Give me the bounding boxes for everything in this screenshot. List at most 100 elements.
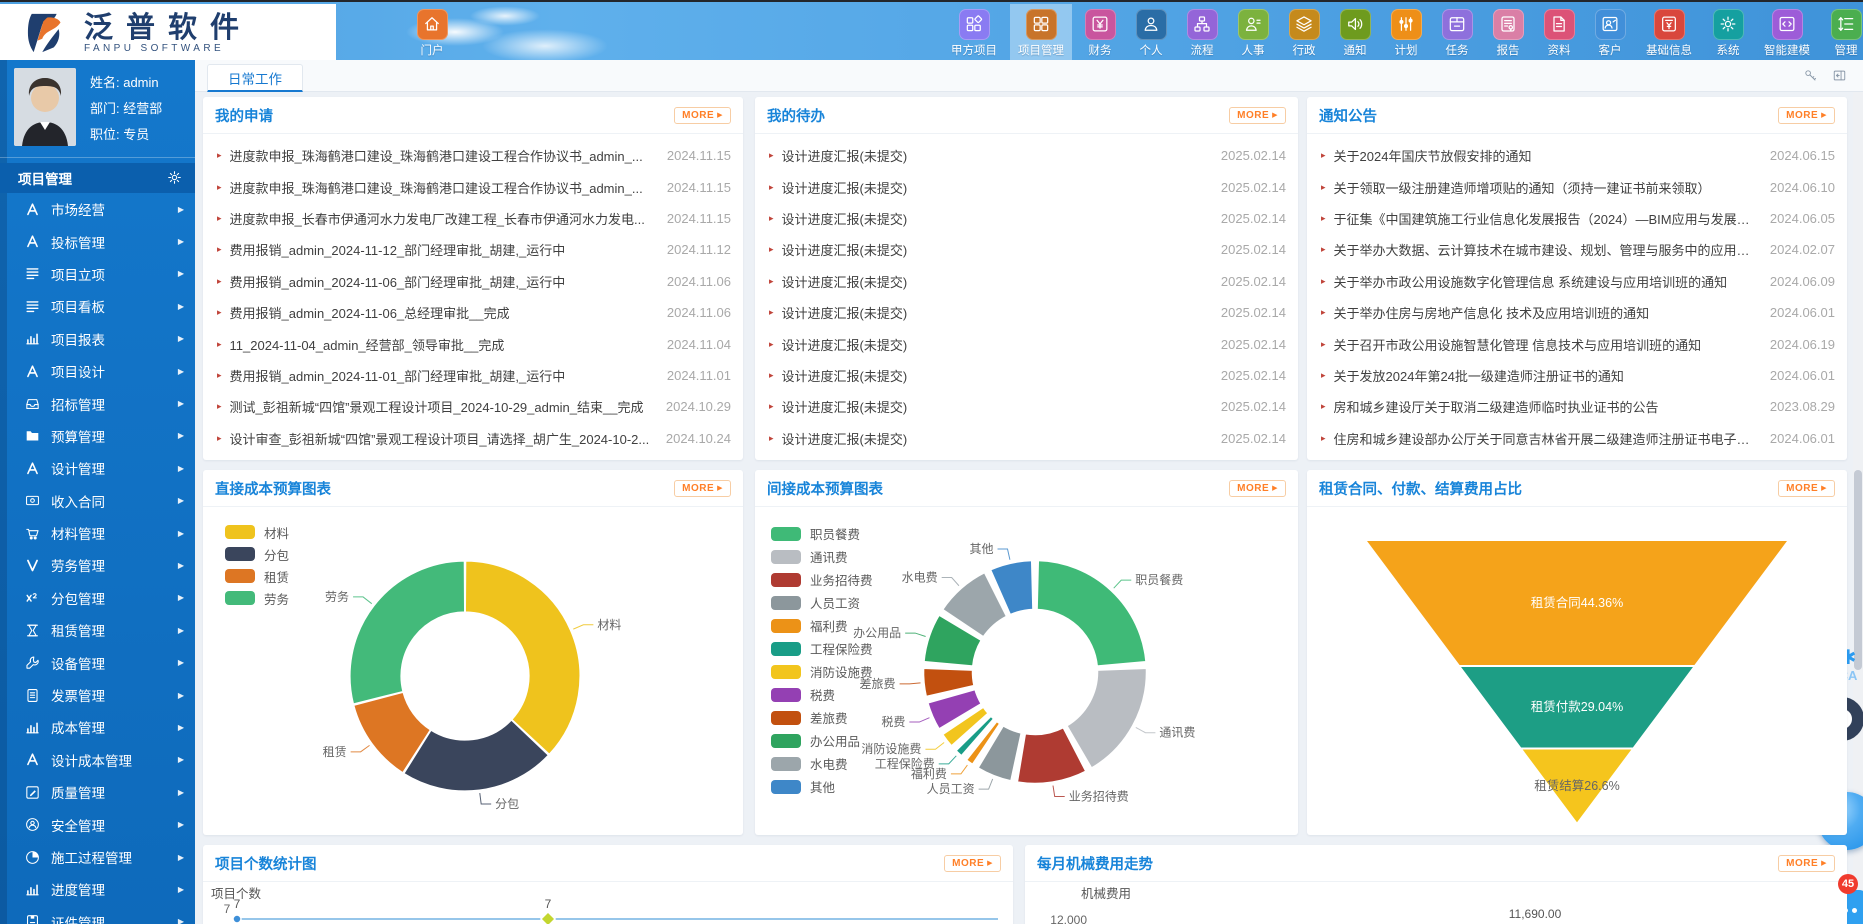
- sidebar-item-hourglass-13[interactable]: 租赁管理▶: [0, 614, 195, 646]
- nav-item-yen[interactable]: 财务: [1077, 4, 1123, 62]
- more-button[interactable]: MORE▶: [1229, 107, 1286, 124]
- nav-item-doc-yen[interactable]: 基础信息: [1638, 4, 1700, 62]
- legend-item[interactable]: 办公用品: [771, 729, 873, 752]
- list-item[interactable]: ▸设计进度汇报(未提交)2025.02.14: [755, 423, 1298, 454]
- list-item[interactable]: ▸设计进度汇报(未提交)2025.02.14: [755, 328, 1298, 359]
- nav-item-doc-mic[interactable]: 报告: [1485, 4, 1531, 62]
- list-item[interactable]: ▸关于举办大数据、云计算技术在城市建设、规划、管理与服务中的应用培训班...20…: [1307, 234, 1847, 265]
- nav-item-grid-diamond[interactable]: 甲方项目: [943, 4, 1005, 62]
- list-item[interactable]: ▸费用报销_admin_2024-11-06_总经理审批__完成2024.11.…: [203, 297, 743, 328]
- list-item[interactable]: ▸关于领取一级注册建造师增项贴的通知（须持一建证书前来领取）2024.06.10: [1307, 171, 1847, 202]
- list-item[interactable]: ▸于征集《中国建筑施工行业信息化发展报告（2024）—BIM应用与发展》材料..…: [1307, 203, 1847, 234]
- nav-item-sliders[interactable]: 计划: [1383, 4, 1429, 62]
- sidebar-item-pencil-18[interactable]: 质量管理▶: [0, 776, 195, 808]
- scrollbar-thumb[interactable]: [1854, 470, 1862, 670]
- list-item[interactable]: ▸关于发放2024年第24批一级建造师注册证书的通知2024.06.01: [1307, 360, 1847, 391]
- nav-item-layers[interactable]: 行政: [1281, 4, 1327, 62]
- more-button[interactable]: MORE▶: [1778, 855, 1835, 872]
- legend-item[interactable]: 水电费: [771, 752, 873, 775]
- list-item[interactable]: ▸11_2024-11-04_admin_经营部_领导审批__完成2024.11…: [203, 328, 743, 359]
- sidebar-item-a-badge-8[interactable]: 设计管理▶: [0, 452, 195, 484]
- sidebar-item-v-badge-11[interactable]: 劳务管理▶: [0, 549, 195, 581]
- list-item[interactable]: ▸进度款申报_珠海鹤港口建设_珠海鹤港口建设工程合作协议书_admin_...2…: [203, 140, 743, 171]
- legend-item[interactable]: 福利费: [771, 614, 873, 637]
- sidebar-item-a-badge-17[interactable]: 设计成本管理▶: [0, 744, 195, 776]
- legend-item[interactable]: 租赁: [225, 565, 289, 587]
- list-item[interactable]: ▸关于举办市政公用设施数字化管理信息 系统建设与应用培训班的通知2024.06.…: [1307, 266, 1847, 297]
- donut-slice-0[interactable]: [1037, 560, 1147, 667]
- donut-slice-0[interactable]: [465, 561, 580, 754]
- legend-item[interactable]: 工程保险费: [771, 637, 873, 660]
- more-button[interactable]: MORE▶: [944, 855, 1001, 872]
- sidebar-item-inbox-6[interactable]: 招标管理▶: [0, 387, 195, 419]
- nav-item-person-lines[interactable]: 人事: [1230, 4, 1276, 62]
- list-item[interactable]: ▸费用报销_admin_2024-11-01_部门经理审批_胡建,_运行中202…: [203, 360, 743, 391]
- more-button[interactable]: MORE▶: [674, 480, 731, 497]
- more-button[interactable]: MORE▶: [1778, 480, 1835, 497]
- list-item[interactable]: ▸设计进度汇报(未提交)2025.02.14: [755, 234, 1298, 265]
- sidebar-item-bars-4[interactable]: 项目报表▶: [0, 323, 195, 355]
- sidebar-item-kanban-3[interactable]: 项目看板▶: [0, 290, 195, 322]
- sidebar-item-banknote-9[interactable]: 收入合同▶: [0, 485, 195, 517]
- nav-item-flow[interactable]: 流程: [1179, 4, 1225, 62]
- list-item[interactable]: ▸关于召开市政公用设施智慧化管理 信息技术与应用培训班的通知2024.06.19: [1307, 328, 1847, 359]
- sidebar-item-a-badge-0[interactable]: 市场经营▶: [0, 193, 195, 225]
- legend-item[interactable]: 人员工资: [771, 591, 873, 614]
- list-item[interactable]: ▸设计进度汇报(未提交)2025.02.14: [755, 360, 1298, 391]
- nav-item-person[interactable]: 个人: [1128, 4, 1174, 62]
- more-button[interactable]: MORE▶: [1229, 480, 1286, 497]
- sidebar-item-doc-15[interactable]: 发票管理▶: [0, 679, 195, 711]
- nav-item-doc-fold[interactable]: 资料: [1536, 4, 1582, 62]
- legend-item[interactable]: 其他: [771, 775, 873, 798]
- sidebar-item-safe-person-19[interactable]: 安全管理▶: [0, 808, 195, 840]
- list-item[interactable]: ▸进度款申报_珠海鹤港口建设_珠海鹤港口建设工程合作协议书_admin_...2…: [203, 171, 743, 202]
- sidebar-item-bars-16[interactable]: 成本管理▶: [0, 711, 195, 743]
- list-item[interactable]: ▸设计审查_彭祖新城“四馆”景观工程设计项目_请选择_胡广生_2024-10-2…: [203, 423, 743, 454]
- nav-item-person-frame[interactable]: 客户: [1587, 4, 1633, 62]
- tab-daily-work[interactable]: 日常工作: [207, 64, 303, 92]
- nav-item-gear[interactable]: 系统: [1705, 4, 1751, 62]
- legend-item[interactable]: 分包: [225, 543, 289, 565]
- list-item[interactable]: ▸设计进度汇报(未提交)2025.02.14: [755, 171, 1298, 202]
- list-item[interactable]: ▸设计进度汇报(未提交)2025.02.14: [755, 391, 1298, 422]
- nav-item-speaker[interactable]: 通知: [1332, 4, 1378, 62]
- list-item[interactable]: ▸设计进度汇报(未提交)2025.02.14: [755, 297, 1298, 328]
- nav-item-portal[interactable]: 门户: [404, 4, 460, 62]
- legend-item[interactable]: 差旅费: [771, 706, 873, 729]
- legend-item[interactable]: 业务招待费: [771, 568, 873, 591]
- legend-item[interactable]: 材料: [225, 521, 289, 543]
- donut-slice-3[interactable]: [350, 561, 465, 704]
- legend-item[interactable]: 通讯费: [771, 545, 873, 568]
- legend-item[interactable]: 职员餐费: [771, 522, 873, 545]
- list-item[interactable]: ▸关于2024年国庆节放假安排的通知2024.06.15: [1307, 140, 1847, 171]
- nav-item-grid[interactable]: 项目管理: [1010, 4, 1072, 62]
- legend-item[interactable]: 税费: [771, 683, 873, 706]
- legend-item[interactable]: 劳务: [225, 587, 289, 609]
- data-point[interactable]: [541, 912, 555, 924]
- nav-item-box[interactable]: 任务: [1434, 4, 1480, 62]
- settings-gear-icon[interactable]: [166, 169, 183, 191]
- sidebar-item-wrench-14[interactable]: 设备管理▶: [0, 646, 195, 678]
- nav-item-code[interactable]: 智能建模: [1756, 4, 1818, 62]
- sidebar-item-bars-21[interactable]: 进度管理▶: [0, 873, 195, 905]
- sidebar-item-id-badge-22[interactable]: 证件管理▶: [0, 906, 195, 924]
- sidebar-item-kanban-2[interactable]: 项目立项▶: [0, 258, 195, 290]
- sidebar-item-x2-12[interactable]: 分包管理▶: [0, 582, 195, 614]
- sidebar-item-cart-10[interactable]: 材料管理▶: [0, 517, 195, 549]
- more-button[interactable]: MORE▶: [1778, 107, 1835, 124]
- list-item[interactable]: ▸设计进度汇报(未提交)2025.02.14: [755, 266, 1298, 297]
- key-icon[interactable]: [1803, 68, 1818, 83]
- sidebar-item-folder-7[interactable]: 预算管理▶: [0, 420, 195, 452]
- list-item[interactable]: ▸住房和城乡建设部办公厅关于同意吉林省开展二级建造师注册证书电子化试点...20…: [1307, 423, 1847, 454]
- list-item[interactable]: ▸费用报销_admin_2024-11-06_部门经理审批_胡建,_运行中202…: [203, 266, 743, 297]
- sidebar-item-a-badge-5[interactable]: 项目设计▶: [0, 355, 195, 387]
- list-item[interactable]: ▸设计进度汇报(未提交)2025.02.14: [755, 140, 1298, 171]
- legend-item[interactable]: 消防设施费: [771, 660, 873, 683]
- data-point[interactable]: [233, 915, 241, 923]
- sidebar-item-a-badge-1[interactable]: 投标管理▶: [0, 225, 195, 257]
- nav-item-list-arrows[interactable]: 管理: [1823, 4, 1863, 62]
- list-item[interactable]: ▸房和城乡建设厅关于取消二级建造师临时执业证书的公告2023.08.29: [1307, 391, 1847, 422]
- list-item[interactable]: ▸设计进度汇报(未提交)2025.02.14: [755, 203, 1298, 234]
- sidebar-item-pie-circle-20[interactable]: 施工过程管理▶: [0, 841, 195, 873]
- list-item[interactable]: ▸费用报销_admin_2024-11-12_部门经理审批_胡建,_运行中202…: [203, 234, 743, 265]
